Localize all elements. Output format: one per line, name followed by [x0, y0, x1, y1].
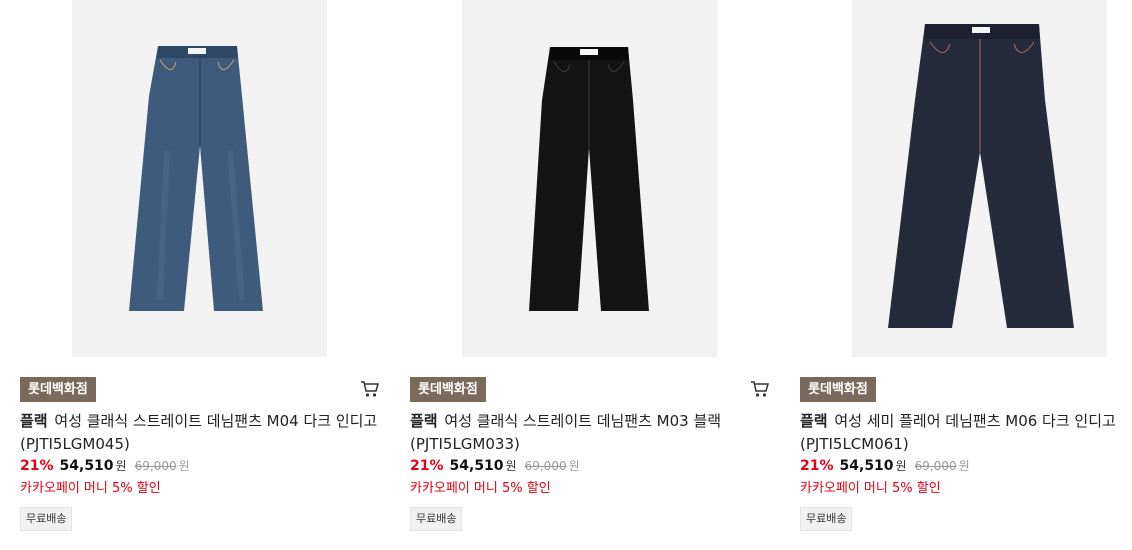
sale-price-unit: 원: [115, 459, 127, 473]
product-title[interactable]: 플랙 여성 클래식 스트레이트 데님팬츠 M04 다크 인디고 (PJTI5LG…: [20, 410, 380, 456]
brand-name: 플랙: [410, 412, 438, 430]
product-card[interactable]: 롯데백화점 플랙 여성 클래식 스트레이트 데님팬츠 M03 블랙 (PJTI5…: [410, 0, 780, 550]
product-title[interactable]: 플랙 여성 세미 플레어 데님팬츠 M06 다크 인디고 (PJTI5LCM06…: [800, 410, 1132, 456]
product-image[interactable]: [72, 0, 327, 357]
jeans-image: [529, 47, 649, 311]
product-title[interactable]: 플랙 여성 클래식 스트레이트 데님팬츠 M03 블랙 (PJTI5LGM033…: [410, 410, 770, 456]
product-name: 여성 클래식 스트레이트 데님팬츠 M03 블랙 (PJTI5LGM033): [410, 412, 722, 453]
free-shipping-tag: 무료배송: [20, 507, 73, 531]
brand-name: 플랙: [800, 412, 828, 430]
promo-text: 카카오페이 머니 5% 할인: [410, 481, 551, 496]
free-shipping-tag: 무료배송: [410, 507, 463, 531]
store-badge: 롯데백화점: [20, 377, 96, 402]
sale-price-unit: 원: [505, 459, 517, 473]
cart-icon[interactable]: [360, 380, 380, 398]
sale-price: 54,510: [839, 458, 894, 474]
jeans-image: [888, 24, 1074, 328]
discount-rate: 21%: [20, 458, 54, 474]
sale-price: 54,510: [449, 458, 504, 474]
price-row: 21% 54,510 원 69,000 원: [20, 457, 190, 474]
product-image[interactable]: [852, 0, 1107, 357]
jeans-image: [129, 46, 263, 311]
original-price: 69,000: [914, 459, 957, 473]
promo-text: 카카오페이 머니 5% 할인: [800, 481, 941, 496]
store-badge: 롯데백화점: [800, 377, 876, 402]
original-price-unit: 원: [178, 459, 190, 473]
price-row: 21% 54,510 원 69,000 원: [410, 457, 580, 474]
store-badge: 롯데백화점: [410, 377, 486, 402]
price-row: 21% 54,510 원 69,000 원: [800, 457, 970, 474]
free-shipping-tag: 무료배송: [800, 507, 853, 531]
original-price-unit: 원: [958, 459, 970, 473]
product-card[interactable]: 롯데백화점 플랙 여성 클래식 스트레이트 데님팬츠 M04 다크 인디고 (P…: [20, 0, 390, 550]
sale-price-unit: 원: [895, 459, 907, 473]
product-name: 여성 클래식 스트레이트 데님팬츠 M04 다크 인디고 (PJTI5LGM04…: [20, 412, 378, 453]
product-name: 여성 세미 플레어 데님팬츠 M06 다크 인디고 (PJTI5LCM061): [800, 412, 1116, 453]
product-image[interactable]: [462, 0, 717, 357]
original-price: 69,000: [134, 459, 177, 473]
brand-name: 플랙: [20, 412, 48, 430]
cart-icon[interactable]: [750, 380, 770, 398]
original-price-unit: 원: [568, 459, 580, 473]
original-price: 69,000: [524, 459, 567, 473]
product-card[interactable]: 롯데백화점 플랙 여성 세미 플레어 데님팬츠 M06 다크 인디고 (PJTI…: [800, 0, 1132, 550]
discount-rate: 21%: [410, 458, 444, 474]
sale-price: 54,510: [59, 458, 114, 474]
promo-text: 카카오페이 머니 5% 할인: [20, 481, 161, 496]
discount-rate: 21%: [800, 458, 834, 474]
